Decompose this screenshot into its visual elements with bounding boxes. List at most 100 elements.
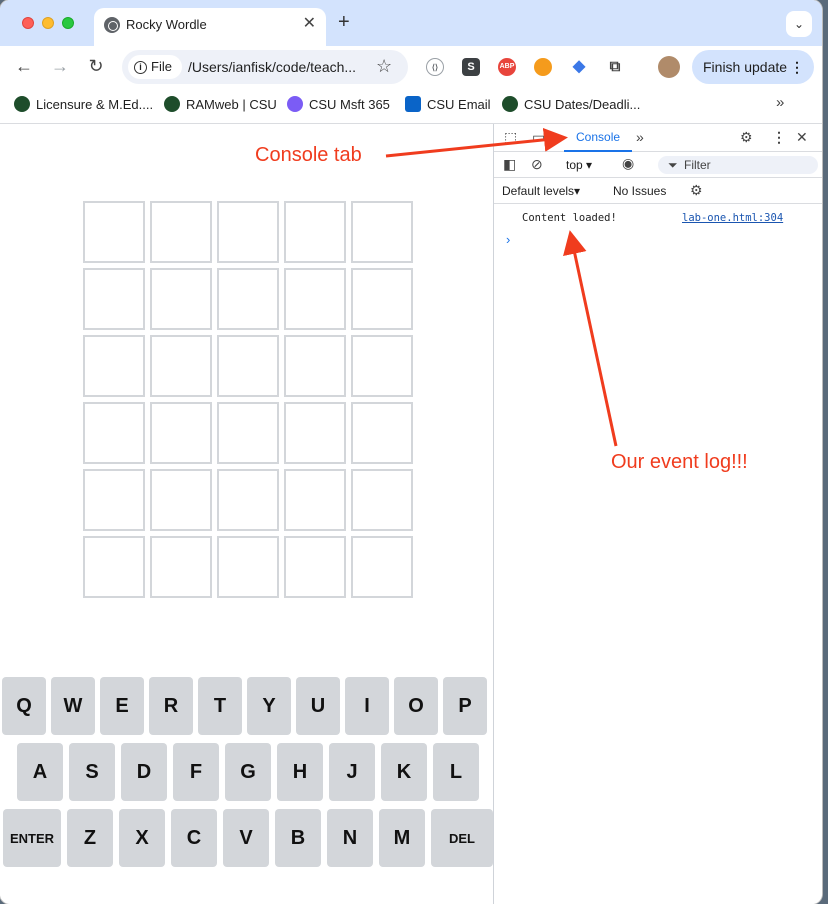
key-z[interactable]: Z xyxy=(67,809,113,867)
tab-search-button[interactable]: ⌄ xyxy=(786,11,812,37)
bookmark-star-icon[interactable]: ☆ xyxy=(376,56,392,77)
event-log-annotation: Our event log!!! xyxy=(611,451,748,473)
context-selector[interactable]: top ▾ xyxy=(566,158,592,172)
key-k[interactable]: K xyxy=(381,743,427,801)
site-info-chip[interactable]: i File xyxy=(128,55,182,79)
key-q[interactable]: Q xyxy=(2,677,46,735)
letter-cell xyxy=(150,469,212,531)
minimize-window-button[interactable] xyxy=(42,17,54,29)
clear-console-icon[interactable]: ⊘ xyxy=(531,156,543,173)
key-del[interactable]: DEL xyxy=(431,809,493,867)
browser-toolbar: ← → ↻ i File /Users/ianfisk/code/teach..… xyxy=(0,46,822,88)
key-d[interactable]: D xyxy=(121,743,167,801)
settings-gear-icon[interactable]: ⚙ xyxy=(740,129,753,146)
bookmark-item[interactable]: CSU Email xyxy=(405,96,491,112)
letter-cell xyxy=(83,268,145,330)
profile-avatar[interactable] xyxy=(658,56,680,78)
key-u[interactable]: U xyxy=(296,677,340,735)
device-toolbar-icon[interactable]: ▭ xyxy=(532,129,545,146)
filter-input[interactable]: ⏷ Filter xyxy=(658,156,818,174)
new-tab-button[interactable]: + xyxy=(338,11,350,34)
bookmark-item[interactable]: CSU Msft 365 xyxy=(287,96,390,112)
console-settings-gear-icon[interactable]: ⚙ xyxy=(690,182,703,199)
key-t[interactable]: T xyxy=(198,677,242,735)
key-r[interactable]: R xyxy=(149,677,193,735)
key-n[interactable]: N xyxy=(327,809,373,867)
bookmark-item[interactable]: RAMweb | CSU xyxy=(164,96,277,112)
log-levels-dropdown[interactable]: Default levels▾ xyxy=(502,184,580,198)
letter-cell xyxy=(217,335,279,397)
graduation-cap-icon[interactable]: ◆ xyxy=(570,58,588,76)
key-s[interactable]: S xyxy=(69,743,115,801)
key-f[interactable]: F xyxy=(173,743,219,801)
sidebar-toggle-icon[interactable]: ◧ xyxy=(503,156,516,173)
url-text[interactable]: /Users/ianfisk/code/teach... xyxy=(188,59,356,75)
inspect-element-icon[interactable]: ⬚ xyxy=(504,129,517,146)
adblock-plus-icon[interactable]: ABP xyxy=(498,58,516,76)
key-p[interactable]: P xyxy=(443,677,487,735)
bookmark-label: RAMweb | CSU xyxy=(186,96,277,112)
key-e[interactable]: E xyxy=(100,677,144,735)
key-enter[interactable]: ENTER xyxy=(3,809,61,867)
key-a[interactable]: A xyxy=(17,743,63,801)
key-w[interactable]: W xyxy=(51,677,95,735)
more-tabs-icon[interactable]: » xyxy=(636,129,644,145)
close-tab-icon[interactable]: ✕ xyxy=(303,13,316,33)
keyboard-row-2: ASDFGHJKL xyxy=(17,743,479,801)
csu-ram-icon xyxy=(164,96,180,112)
bookmark-item[interactable]: Licensure & M.Ed.... xyxy=(14,96,153,112)
devtools-menu-icon[interactable]: ⋮ xyxy=(772,129,786,146)
bookmark-label: Licensure & M.Ed.... xyxy=(36,96,154,112)
back-button[interactable]: ← xyxy=(13,56,35,77)
key-o[interactable]: O xyxy=(394,677,438,735)
console-log-message: Content loaded! xyxy=(522,212,617,224)
issues-button[interactable]: No Issues xyxy=(613,184,666,198)
address-bar[interactable]: i File /Users/ianfisk/code/teach... ☆ xyxy=(122,50,408,84)
bookmark-label: CSU Email xyxy=(427,96,491,112)
letter-cell xyxy=(284,335,346,397)
maximize-window-button[interactable] xyxy=(62,17,74,29)
key-b[interactable]: B xyxy=(275,809,321,867)
bookmark-item[interactable]: CSU Dates/Deadli... xyxy=(502,96,640,112)
tab-console[interactable]: Console xyxy=(564,124,633,152)
key-i[interactable]: I xyxy=(345,677,389,735)
more-bookmarks-icon[interactable]: » xyxy=(776,94,784,111)
key-h[interactable]: H xyxy=(277,743,323,801)
csu-ram-icon xyxy=(14,96,30,112)
tab-strip: Rocky Wordle ✕ + ⌄ xyxy=(0,0,822,46)
key-m[interactable]: M xyxy=(379,809,425,867)
key-x[interactable]: X xyxy=(119,809,165,867)
more-menu-icon[interactable]: ⋮ xyxy=(790,50,804,84)
letter-cell xyxy=(351,469,413,531)
finish-update-label: Finish update xyxy=(703,59,788,75)
levels-label: Default levels xyxy=(502,184,575,198)
letter-cell xyxy=(150,268,212,330)
key-v[interactable]: V xyxy=(223,809,269,867)
close-devtools-icon[interactable]: ✕ xyxy=(796,129,808,146)
tab-rocky-wordle[interactable]: Rocky Wordle ✕ xyxy=(94,8,326,46)
console-log-source-link[interactable]: lab-one.html:304 xyxy=(682,212,783,224)
s-extension-icon[interactable]: S xyxy=(462,58,480,76)
letter-cell xyxy=(83,335,145,397)
key-g[interactable]: G xyxy=(225,743,271,801)
letter-cell xyxy=(150,201,212,263)
key-y[interactable]: Y xyxy=(247,677,291,735)
letter-cell xyxy=(83,402,145,464)
reload-button[interactable]: ↻ xyxy=(85,56,107,77)
live-expression-eye-icon[interactable]: ◉ xyxy=(622,155,634,172)
finish-update-button[interactable]: Finish update ⋮ xyxy=(692,50,814,84)
orange-extension-icon[interactable] xyxy=(534,58,552,76)
close-window-button[interactable] xyxy=(22,17,34,29)
devtools-panel: ⬚ ▭ Console » ⚙ ⋮ ✕ ◧ ⊘ top ▾ ◉ ⏷ Filter… xyxy=(493,124,822,904)
extensions-puzzle-icon[interactable]: ⧉ xyxy=(606,58,624,76)
forward-button[interactable]: → xyxy=(49,56,71,77)
console-tab-annotation: Console tab xyxy=(255,144,362,166)
key-j[interactable]: J xyxy=(329,743,375,801)
code-extension-icon[interactable]: ⟨⟩ xyxy=(426,58,444,76)
filter-placeholder: Filter xyxy=(684,158,711,172)
console-prompt[interactable]: › xyxy=(506,232,510,247)
key-c[interactable]: C xyxy=(171,809,217,867)
key-l[interactable]: L xyxy=(433,743,479,801)
bookmark-label: CSU Dates/Deadli... xyxy=(524,96,641,112)
letter-cell xyxy=(351,335,413,397)
